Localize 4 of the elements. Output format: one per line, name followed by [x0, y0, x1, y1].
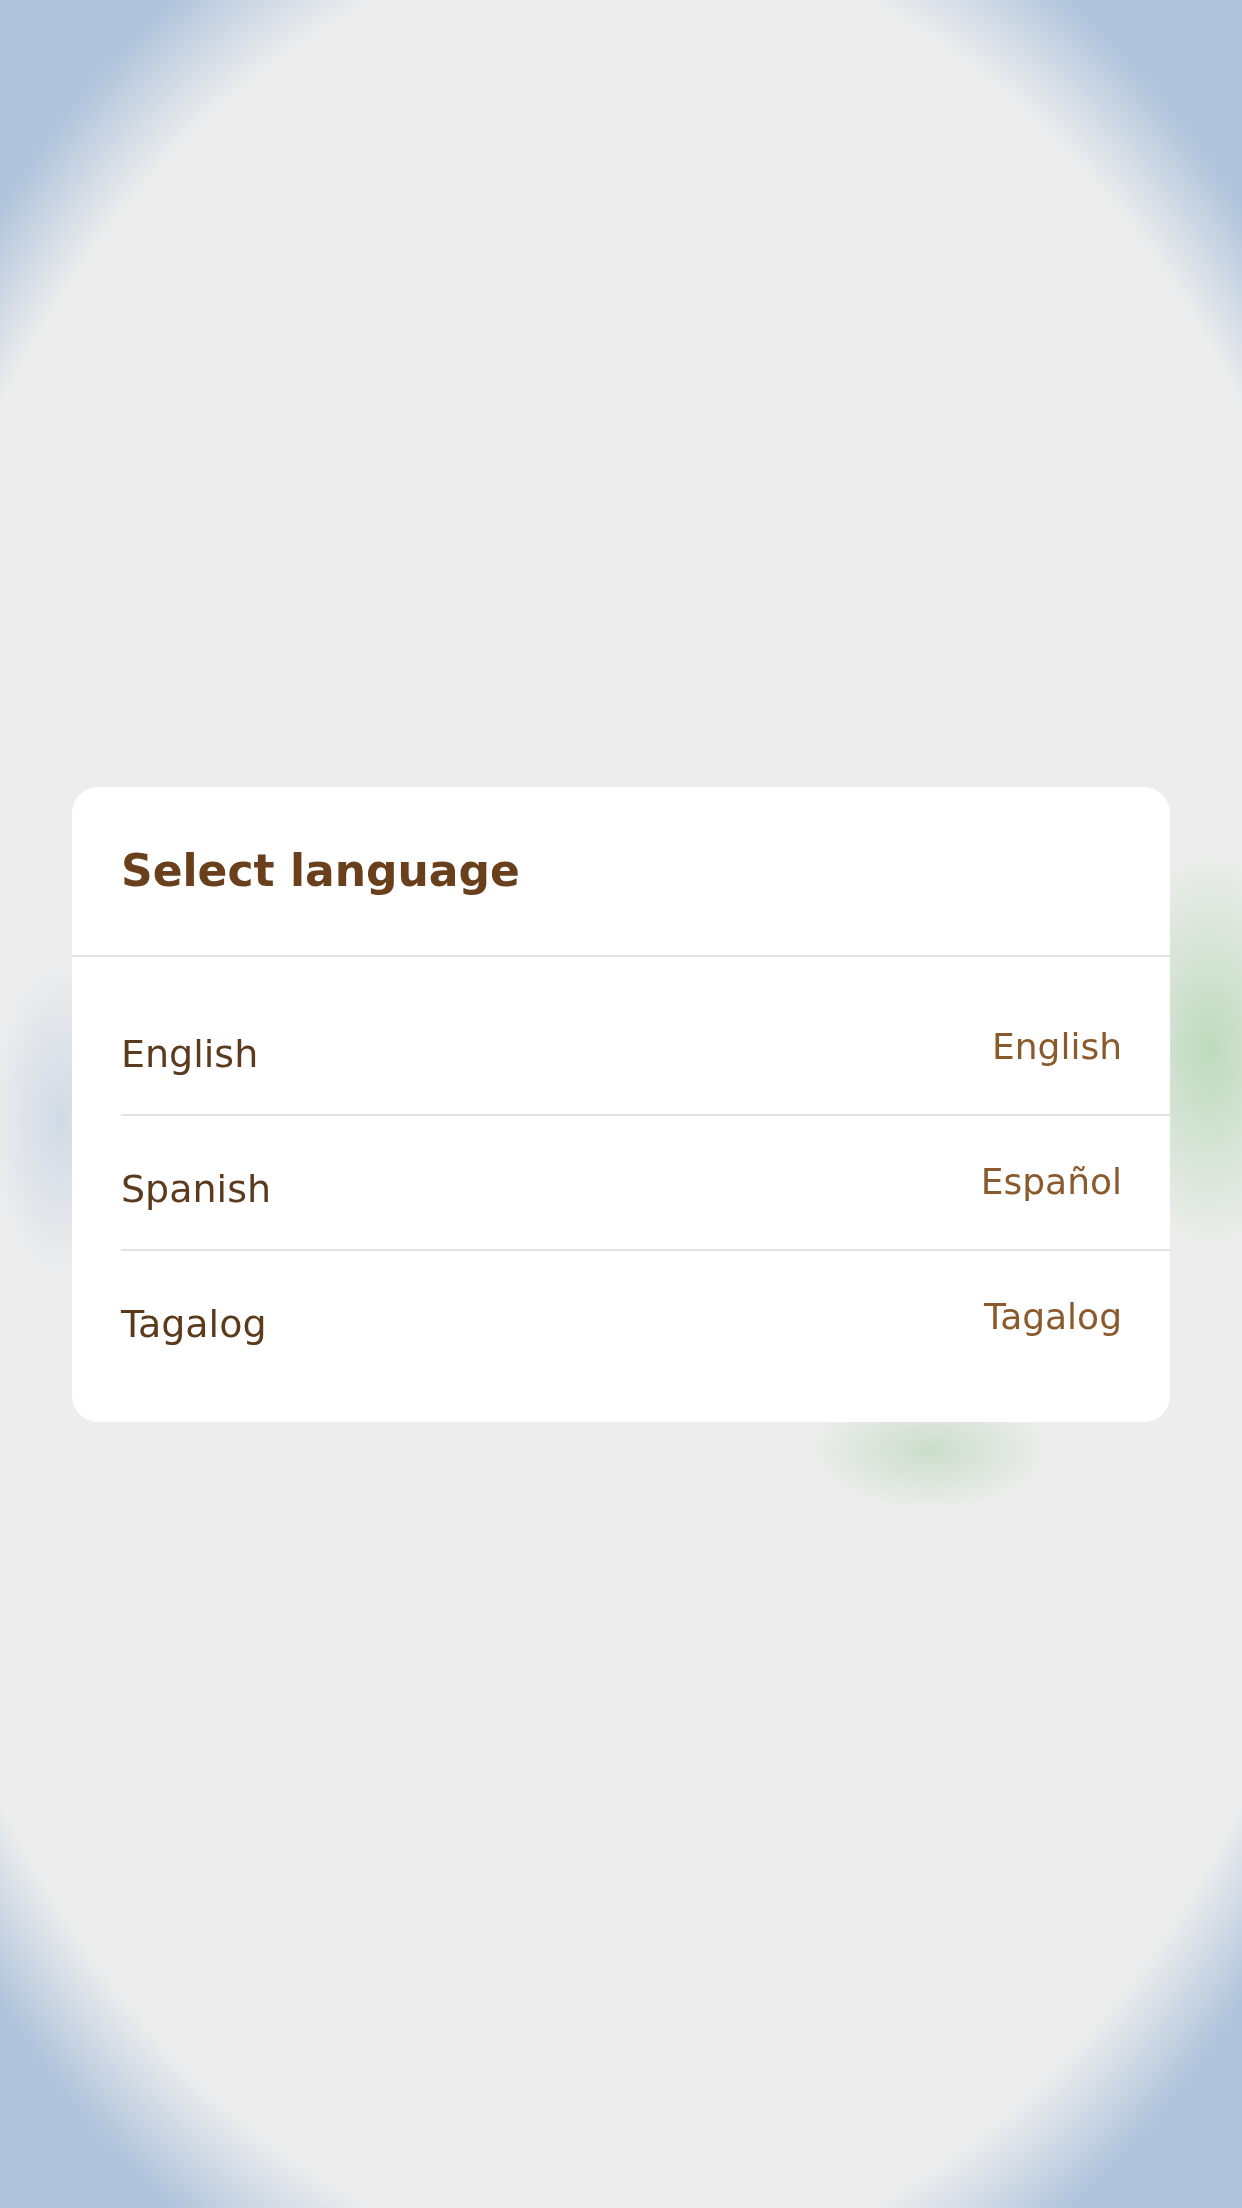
- dialog-title: Select language: [72, 786, 1170, 957]
- language-option[interactable]: Spanish Español: [121, 1115, 1170, 1251]
- language-option[interactable]: Tagalog Tagalog: [121, 1250, 1170, 1386]
- language-option[interactable]: English English: [121, 980, 1170, 1116]
